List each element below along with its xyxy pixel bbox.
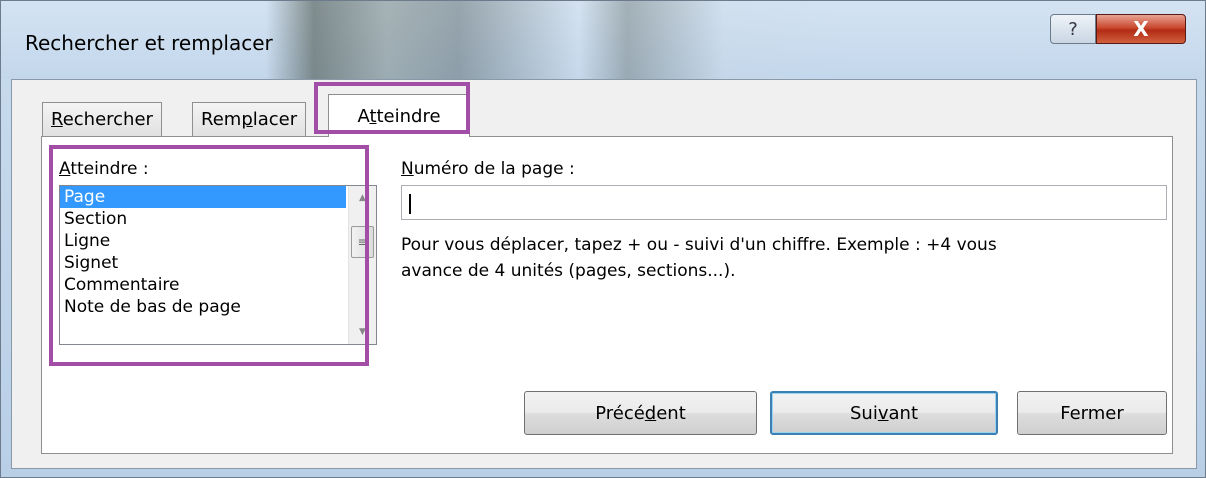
dialog-title: Rechercher et remplacer [25, 31, 273, 55]
text-caret [409, 194, 411, 214]
list-item[interactable]: Signet [60, 252, 346, 274]
close-button[interactable]: Fermer [1017, 391, 1167, 435]
previous-button[interactable]: Précédent [524, 391, 757, 435]
listbox-scrollbar[interactable]: ▲ ≡ ▼ [348, 186, 376, 344]
close-window-button[interactable]: X [1096, 14, 1186, 44]
goto-what-listbox[interactable]: Page Section Ligne Signet Commentaire Note de… [59, 185, 377, 345]
previous-button-label: Précédent [595, 402, 686, 424]
title-bar[interactable]: Rechercher et remplacer ? X [1, 1, 1205, 79]
page-number-label: Numéro de la page : [401, 159, 575, 179]
next-button-label: Suivant [850, 402, 918, 424]
scroll-up-icon[interactable]: ▲ [349, 188, 376, 208]
dialog-window: Rechercher et remplacer ? X Rechercher R… [0, 0, 1206, 478]
scroll-thumb[interactable]: ≡ [351, 226, 374, 258]
close-button-label: Fermer [1060, 402, 1124, 424]
tab-atteindre[interactable]: Atteindre [328, 94, 470, 137]
tab-rechercher-label: Rechercher [51, 109, 153, 130]
list-item[interactable]: Page [60, 186, 346, 208]
page-number-input[interactable] [401, 185, 1167, 220]
tab-remplacer[interactable]: Remplacer [192, 102, 307, 136]
goto-hint-line1: Pour vous déplacer, tapez + ou - suivi d… [401, 235, 997, 255]
tab-remplacer-label: Remplacer [201, 109, 298, 130]
tab-atteindre-label: Atteindre [357, 105, 441, 127]
list-item[interactable]: Note de bas de page [60, 296, 346, 318]
goto-list-label: Atteindre : [59, 159, 149, 179]
goto-hint: Pour vous déplacer, tapez + ou - suivi d… [401, 232, 1161, 284]
goto-hint-line2: avance de 4 unités (pages, sections...). [401, 261, 736, 281]
tab-rechercher[interactable]: Rechercher [42, 102, 162, 136]
help-icon: ? [1068, 18, 1078, 40]
help-button[interactable]: ? [1050, 14, 1096, 44]
close-icon: X [1133, 17, 1149, 41]
list-item[interactable]: Section [60, 208, 346, 230]
list-item[interactable]: Commentaire [60, 274, 346, 296]
scroll-down-icon[interactable]: ▼ [349, 322, 376, 342]
list-item[interactable]: Ligne [60, 230, 346, 252]
next-button[interactable]: Suivant [770, 391, 998, 435]
